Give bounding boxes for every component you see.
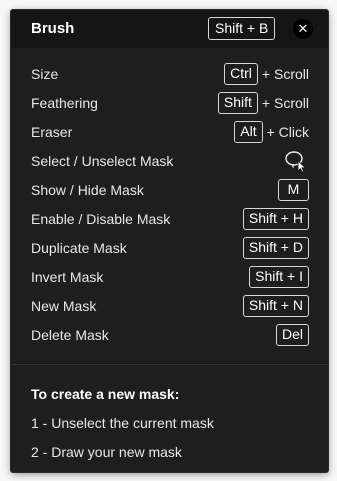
shortcut-suffix: + Scroll (261, 66, 309, 82)
shortcut-row-enable-disable-mask: Enable / Disable Mask Shift + H (11, 205, 328, 234)
shortcut-key: Shift + D (242, 237, 309, 259)
shortcut-row-new-mask: New Mask Shift + N (11, 292, 328, 321)
shortcut-label: Size (31, 66, 59, 82)
shortcut-label: Duplicate Mask (31, 240, 127, 256)
panel-header: Brush Shift + B ✕ (11, 10, 328, 48)
shortcut-suffix: + Scroll (261, 95, 309, 111)
info-step: 1 - Unselect the current mask (31, 415, 214, 431)
shortcut-key: M (278, 179, 309, 201)
shortcut-row-show-hide-mask: Show / Hide Mask M (11, 176, 328, 205)
shortcut-row-feathering: Feathering Shift + Scroll (11, 89, 328, 118)
shortcut-key: Shift + I (249, 266, 309, 288)
shortcut-suffix: + Click (266, 124, 309, 140)
brush-shortcut-key: Shift + B (208, 17, 276, 40)
close-button[interactable]: ✕ (293, 19, 313, 39)
brush-shortcuts-panel: Brush Shift + B ✕ Size Ctrl + Scroll Fea… (11, 10, 328, 472)
section-divider (11, 364, 328, 365)
shortcut-key: Shift (217, 92, 258, 114)
shortcut-row-select-mask: Select / Unselect Mask (11, 147, 328, 176)
shortcut-row-invert-mask: Invert Mask Shift + I (11, 263, 328, 292)
shortcut-row-duplicate-mask: Duplicate Mask Shift + D (11, 234, 328, 263)
info-step: 2 - Draw your new mask (31, 444, 182, 460)
shortcut-key: Shift + H (242, 208, 309, 230)
shortcut-label: New Mask (31, 298, 97, 314)
shortcut-label: Show / Hide Mask (31, 182, 144, 198)
shortcut-label: Eraser (31, 124, 73, 140)
shortcut-label: Invert Mask (31, 269, 104, 285)
lasso-cursor-icon (285, 151, 307, 172)
shortcut-row-delete-mask: Delete Mask Del (11, 321, 328, 350)
close-icon: ✕ (297, 21, 309, 36)
shortcut-row-size: Size Ctrl + Scroll (11, 60, 328, 89)
shortcut-key: Del (275, 324, 309, 346)
shortcut-key: Ctrl (224, 63, 258, 85)
shortcut-label: Select / Unselect Mask (31, 153, 174, 169)
info-title: To create a new mask: (31, 386, 180, 402)
shortcut-label: Enable / Disable Mask (31, 211, 171, 227)
panel-title: Brush (31, 20, 75, 37)
shortcut-list: Size Ctrl + Scroll Feathering Shift + Sc… (11, 60, 328, 350)
shortcut-label: Delete Mask (31, 327, 109, 343)
shortcut-row-eraser: Eraser Alt + Click (11, 118, 328, 147)
shortcut-key: Alt (234, 121, 263, 143)
shortcut-label: Feathering (31, 95, 98, 111)
shortcut-key: Shift + N (242, 295, 309, 317)
